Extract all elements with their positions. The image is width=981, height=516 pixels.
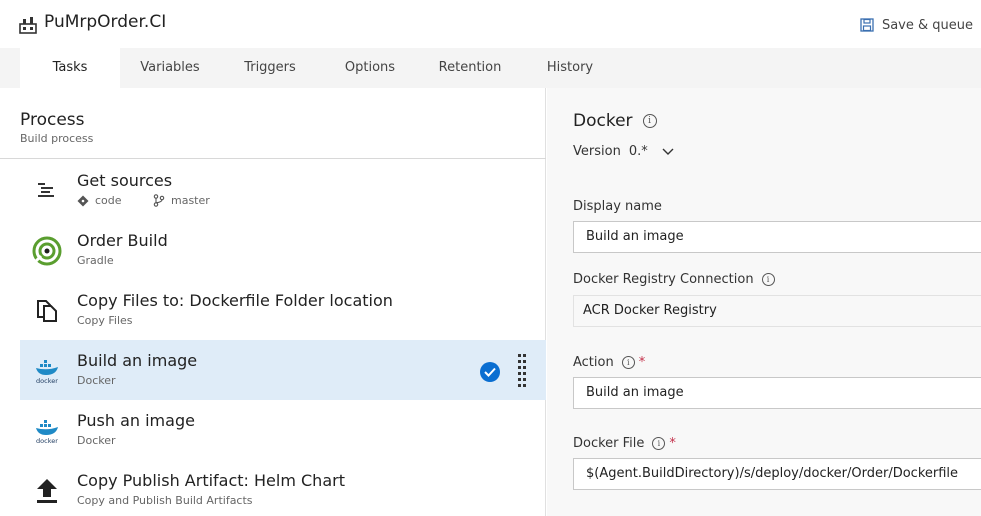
details-title: Docker i xyxy=(573,111,657,131)
process-title: Process xyxy=(20,110,85,130)
docker-file-label: Docker File i * xyxy=(573,436,676,451)
tab-retention[interactable]: Retention xyxy=(430,48,510,88)
info-icon[interactable]: i xyxy=(621,356,635,369)
version-selector[interactable]: Version 0.* xyxy=(573,144,674,159)
build-pipeline-icon xyxy=(19,17,37,34)
task-details-pane: Docker i Version 0.* Display name Build … xyxy=(547,88,981,516)
task-name: Push an image xyxy=(77,411,195,430)
version-label: Version xyxy=(573,144,621,159)
action-select[interactable]: Build an image xyxy=(573,377,981,409)
tab-bar: Tasks Variables Triggers Options Retenti… xyxy=(0,48,981,88)
branch-meta: master xyxy=(153,194,210,207)
tab-history[interactable]: History xyxy=(536,48,604,88)
drag-handle[interactable] xyxy=(518,354,526,387)
branch-icon xyxy=(153,194,165,207)
task-type: Copy and Publish Build Artifacts xyxy=(77,494,253,507)
git-diamond-icon xyxy=(77,195,89,206)
info-icon[interactable]: i xyxy=(642,114,657,128)
chevron-down-icon xyxy=(662,148,674,155)
display-name-label: Display name xyxy=(573,199,662,214)
docker-icon: docker xyxy=(32,356,62,386)
task-type: Docker xyxy=(77,434,116,447)
task-type: Gradle xyxy=(77,254,114,267)
tab-tasks[interactable]: Tasks xyxy=(20,48,120,88)
tab-triggers[interactable]: Triggers xyxy=(232,48,308,88)
docker-file-input[interactable]: $(Agent.BuildDirectory)/s/deploy/docker/… xyxy=(573,458,981,490)
info-icon[interactable]: i xyxy=(652,437,666,450)
save-and-queue-button[interactable]: Save & queue xyxy=(860,15,973,35)
action-label: Action i * xyxy=(573,355,645,370)
registry-label-text: Docker Registry Connection xyxy=(573,272,754,287)
svg-text:docker: docker xyxy=(36,437,58,444)
process-subtitle: Build process xyxy=(20,132,94,145)
display-name-label-text: Display name xyxy=(573,199,662,214)
page-title: PuMrpOrder.CI xyxy=(44,12,167,32)
task-push-image[interactable]: docker Push an image Docker xyxy=(20,400,546,460)
get-sources-icon xyxy=(32,176,62,206)
version-value: 0.* xyxy=(628,144,648,159)
repo-name: code xyxy=(95,194,122,207)
task-type: Copy Files xyxy=(77,314,133,327)
docker-file-label-text: Docker File xyxy=(573,436,645,451)
save-icon xyxy=(860,18,874,32)
required-marker: * xyxy=(669,436,676,451)
task-name: Copy Publish Artifact: Helm Chart xyxy=(77,471,345,490)
details-title-text: Docker xyxy=(573,111,633,131)
repo-meta: code xyxy=(77,194,122,207)
task-name: Get sources xyxy=(77,171,173,190)
svg-text:docker: docker xyxy=(36,377,58,384)
upload-icon xyxy=(32,476,62,506)
enabled-check-icon[interactable] xyxy=(480,362,500,382)
display-name-input[interactable]: Build an image xyxy=(573,221,981,253)
save-and-queue-label: Save & queue xyxy=(881,17,973,33)
docker-icon: docker xyxy=(32,416,62,446)
registry-connection-select[interactable]: ACR Docker Registry xyxy=(573,295,981,327)
tab-options[interactable]: Options xyxy=(334,48,406,88)
task-publish-artifact[interactable]: Copy Publish Artifact: Helm Chart Copy a… xyxy=(20,460,546,516)
task-get-sources[interactable]: Get sources code master xyxy=(20,160,546,220)
task-order-build[interactable]: Order Build Gradle xyxy=(20,220,546,280)
registry-label: Docker Registry Connection i xyxy=(573,272,775,287)
process-header[interactable]: Process Build process xyxy=(20,110,93,145)
tab-variables[interactable]: Variables xyxy=(130,48,210,88)
branch-name: master xyxy=(171,194,210,207)
gradle-icon xyxy=(32,236,62,266)
info-icon[interactable]: i xyxy=(761,273,775,286)
header: PuMrpOrder.CI Save & queue xyxy=(0,0,981,48)
copy-files-icon xyxy=(32,296,62,326)
process-pane: Process Build process Get sources code m… xyxy=(0,88,546,516)
required-marker: * xyxy=(638,355,646,370)
task-copy-files[interactable]: Copy Files to: Dockerfile Folder locatio… xyxy=(20,280,546,340)
task-type: Docker xyxy=(77,374,116,387)
divider xyxy=(0,158,546,159)
task-build-image[interactable]: docker Build an image Docker xyxy=(20,340,546,400)
task-name: Copy Files to: Dockerfile Folder locatio… xyxy=(77,291,393,310)
task-name: Order Build xyxy=(77,231,168,250)
task-name: Build an image xyxy=(77,351,198,370)
action-label-text: Action xyxy=(573,355,614,370)
